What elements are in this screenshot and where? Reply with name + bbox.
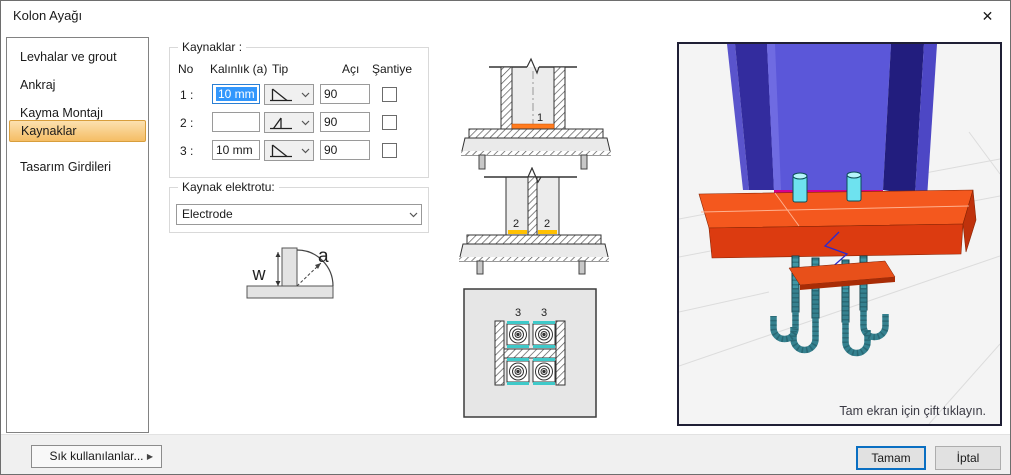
weld-row-number: 1 : xyxy=(180,88,194,102)
weld-type-select[interactable] xyxy=(264,140,314,161)
sidebar-item-tasarim-girdileri[interactable]: Tasarım Girdileri xyxy=(9,156,146,178)
electrode-value: Electrode xyxy=(182,207,233,221)
weld-site-checkbox[interactable] xyxy=(382,115,397,130)
weld-type-select[interactable] xyxy=(264,84,314,105)
electrode-legend: Kaynak elektrotu: xyxy=(178,180,279,194)
viewer-caption: Tam ekran için çift tıklayın. xyxy=(839,404,986,418)
weld-row-number: 3 : xyxy=(180,144,194,158)
selected-text: 10 mm xyxy=(216,87,257,101)
dialog-kolon-ayagi: Kolon Ayağı ✕ Levhalar ve grout Ankraj K… xyxy=(0,0,1011,475)
col-header-no: No xyxy=(178,62,194,76)
bevel-weld-icon xyxy=(270,117,292,130)
weld2-mark xyxy=(508,230,527,234)
arrow-right-icon: ▶ xyxy=(146,452,153,461)
weld-row: 2 : 90 xyxy=(170,112,428,134)
weld-row: 1 : 10 mm 90 xyxy=(170,84,428,106)
weld3-number: 3 xyxy=(515,307,521,319)
weld3-plan-diagram: 3 3 xyxy=(463,288,597,418)
weld-row: 3 : 10 mm 90 xyxy=(170,140,428,162)
viewer-3d[interactable]: Tam ekran için çift tıklayın. xyxy=(677,42,1002,426)
weld2-section-diagram: 2 2 xyxy=(459,167,609,275)
sidebar-item-levhalar-ve-grout[interactable]: Levhalar ve grout xyxy=(9,46,146,68)
col-header-type: Tip xyxy=(272,62,289,76)
weld1-mark xyxy=(511,123,555,130)
footer-bar: Sık kullanılanlar... ▶ Tamam İptal xyxy=(1,434,1010,474)
welds-groupbox: Kaynaklar : No Kalınlık (a) Tip Açı Şant… xyxy=(169,40,429,178)
weld-angle-input[interactable]: 90 xyxy=(320,112,370,132)
w-label: w xyxy=(252,264,267,284)
column-web-face xyxy=(767,44,891,190)
favorites-label: Sık kullanılanlar... xyxy=(49,449,144,463)
weld-site-checkbox[interactable] xyxy=(382,87,397,102)
angle-value: 90 xyxy=(324,115,338,129)
page-title: Kolon Ayağı xyxy=(13,8,83,23)
close-icon[interactable]: ✕ xyxy=(965,1,1010,31)
weld-thickness-input[interactable] xyxy=(212,112,260,132)
angle-value: 90 xyxy=(324,87,338,101)
sidebar-item-ankraj[interactable]: Ankraj xyxy=(9,74,146,96)
thickness-value: 10 mm xyxy=(216,143,253,157)
ok-button[interactable]: Tamam xyxy=(856,446,926,470)
fillet-weld-icon xyxy=(270,144,292,158)
fillet-weld-icon xyxy=(270,88,292,102)
chevron-down-icon xyxy=(301,120,310,126)
weld2-number: 2 xyxy=(513,218,519,230)
col-header-thickness: Kalınlık (a) xyxy=(210,62,268,76)
angle-value: 90 xyxy=(324,143,338,157)
col-header-site: Şantiye xyxy=(372,62,413,76)
sidebar-nav: Levhalar ve grout Ankraj Kayma Montajı K… xyxy=(6,37,149,433)
title-bar: Kolon Ayağı ✕ xyxy=(1,1,1010,31)
electrode-groupbox: Kaynak elektrotu: Electrode xyxy=(169,180,429,233)
weld1-section-diagram: 1 xyxy=(461,57,611,170)
sidebar-item-kaynaklar[interactable]: Kaynaklar xyxy=(9,120,146,142)
a-label: a xyxy=(318,246,329,267)
weld-thickness-input[interactable]: 10 mm xyxy=(212,140,260,160)
cancel-button[interactable]: İptal xyxy=(935,446,1001,470)
welds-legend: Kaynaklar : xyxy=(178,40,247,54)
weld1-number: 1 xyxy=(537,112,543,124)
weld-symbol-diagram: w a xyxy=(246,246,334,299)
viewer-3d-render: Tam ekran için çift tıklayın. xyxy=(678,44,1001,425)
chevron-down-icon xyxy=(301,92,310,98)
weld2-number: 2 xyxy=(544,218,550,230)
favorites-button[interactable]: Sık kullanılanlar... ▶ xyxy=(31,445,162,468)
col-header-angle: Açı xyxy=(342,62,360,76)
weld3-number: 3 xyxy=(541,307,547,319)
weld-row-number: 2 : xyxy=(180,116,194,130)
weld2-mark xyxy=(538,230,557,234)
anchor-j-hooks xyxy=(770,288,889,357)
chevron-down-icon xyxy=(301,148,310,154)
chevron-down-icon xyxy=(409,212,418,218)
weld-angle-input[interactable]: 90 xyxy=(320,140,370,160)
weld-thickness-input[interactable]: 10 mm xyxy=(212,84,260,104)
weld-angle-input[interactable]: 90 xyxy=(320,84,370,104)
electrode-select[interactable]: Electrode xyxy=(176,204,422,225)
weld-type-select[interactable] xyxy=(264,112,314,133)
weld-site-checkbox[interactable] xyxy=(382,143,397,158)
